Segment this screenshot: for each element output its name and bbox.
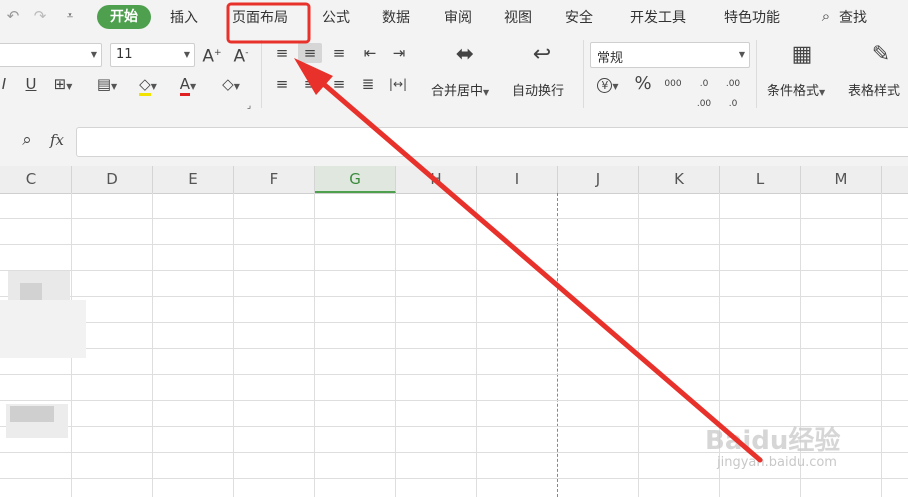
annotation-arrow-line [309, 71, 763, 463]
annotation-overlay [226, 2, 763, 463]
highlight-box [226, 2, 311, 44]
